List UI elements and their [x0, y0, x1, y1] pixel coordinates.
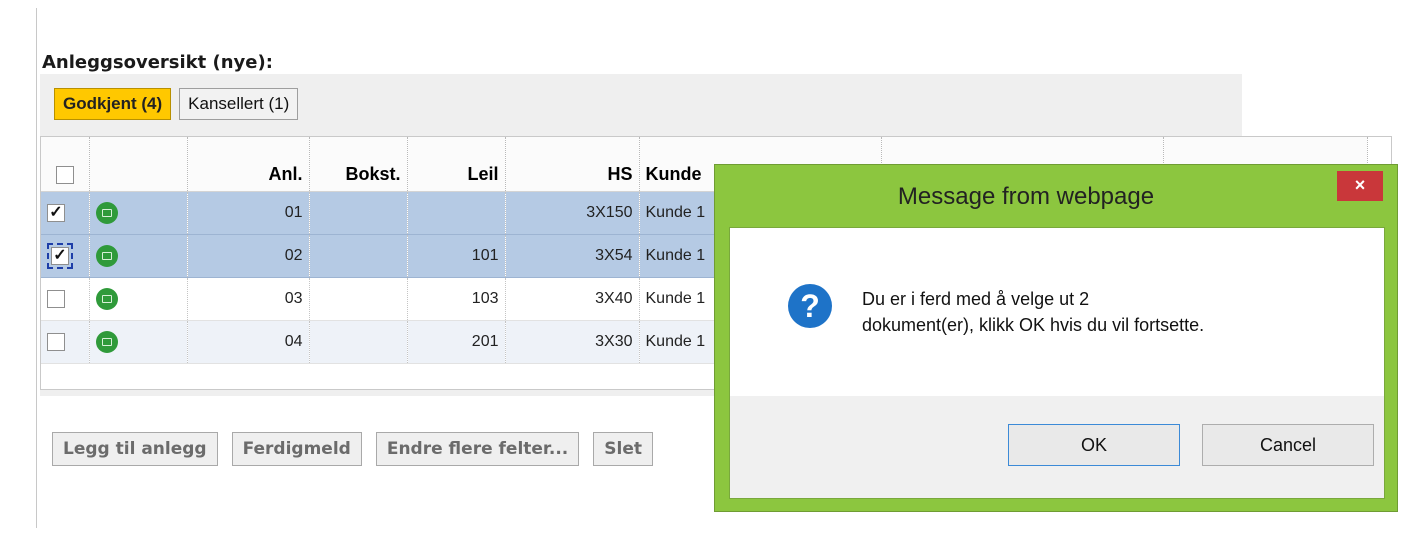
cell-anl: 01: [187, 191, 310, 235]
cell-anl: 03: [187, 277, 310, 321]
cell-anl: 02: [187, 234, 310, 278]
tab-godkjent[interactable]: Godkjent (4): [54, 88, 172, 120]
header-bokst[interactable]: Bokst.: [309, 137, 408, 192]
add-installation-button[interactable]: Legg til anlegg: [52, 432, 218, 466]
cell-hs: 3X54: [505, 234, 640, 278]
dialog-footer: OK Cancel: [730, 396, 1384, 498]
dialog-message-line-1: Du er i ferd med å velge ut 2: [862, 289, 1090, 309]
cell-hs: 3X150: [505, 191, 640, 235]
cell-bokst: [309, 191, 408, 235]
edit-fields-button[interactable]: Endre flere felter...: [375, 432, 580, 466]
cell-bokst: [309, 277, 408, 321]
left-divider: [36, 8, 37, 528]
dialog-body: ? Du er i ferd med å velge ut 2 dokument…: [729, 227, 1385, 499]
cell-bokst: [309, 320, 408, 364]
dialog-message: Du er i ferd med å velge ut 2 dokument(e…: [862, 286, 1362, 338]
cell-hs: 3X30: [505, 320, 640, 364]
row-checkbox[interactable]: ✓: [51, 246, 69, 265]
complete-button[interactable]: Ferdigmeld: [231, 432, 362, 466]
question-icon: ?: [788, 284, 832, 328]
header-leil[interactable]: Leil: [407, 137, 506, 192]
cell-leil: [407, 191, 506, 235]
cell-leil: 201: [407, 320, 506, 364]
approved-status-icon: [95, 245, 118, 267]
cell-leil: 103: [407, 277, 506, 321]
cell-anl: 04: [187, 320, 310, 364]
confirm-dialog: Message from webpage × ? Du er i ferd me…: [714, 164, 1398, 512]
approved-status-icon: [95, 202, 118, 224]
header-anl[interactable]: Anl.: [187, 137, 310, 192]
tab-kansellert[interactable]: Kansellert (1): [179, 88, 299, 120]
row-checkbox[interactable]: [47, 332, 65, 351]
cell-bokst: [309, 234, 408, 278]
ok-button[interactable]: OK: [1008, 424, 1180, 466]
row-checkbox[interactable]: ✓: [47, 203, 65, 222]
approved-status-icon: [95, 288, 118, 310]
cell-leil: 101: [407, 234, 506, 278]
select-all-checkbox[interactable]: [55, 166, 74, 185]
checkbox-focus-outline: ✓: [47, 242, 73, 270]
cancel-button[interactable]: Cancel: [1202, 424, 1374, 466]
dialog-close-icon[interactable]: ×: [1337, 171, 1383, 201]
cell-hs: 3X40: [505, 277, 640, 321]
row-checkbox[interactable]: [47, 289, 65, 308]
dialog-message-line-2: dokument(er), klikk OK hvis du vil forts…: [862, 315, 1205, 335]
header-status: [89, 137, 188, 192]
delete-button[interactable]: Slet: [593, 432, 653, 466]
section-title: Anleggsoversikt (nye):: [42, 52, 273, 73]
header-select-all[interactable]: [41, 137, 90, 192]
dialog-message-area: ? Du er i ferd med å velge ut 2 dokument…: [730, 228, 1384, 396]
approved-status-icon: [95, 331, 118, 353]
header-hs[interactable]: HS: [505, 137, 640, 192]
status-tabs: Godkjent (4) Kansellert (1): [54, 88, 299, 120]
action-bar: Legg til anlegg Ferdigmeld Endre flere f…: [52, 432, 653, 466]
dialog-title: Message from webpage: [897, 183, 1155, 210]
